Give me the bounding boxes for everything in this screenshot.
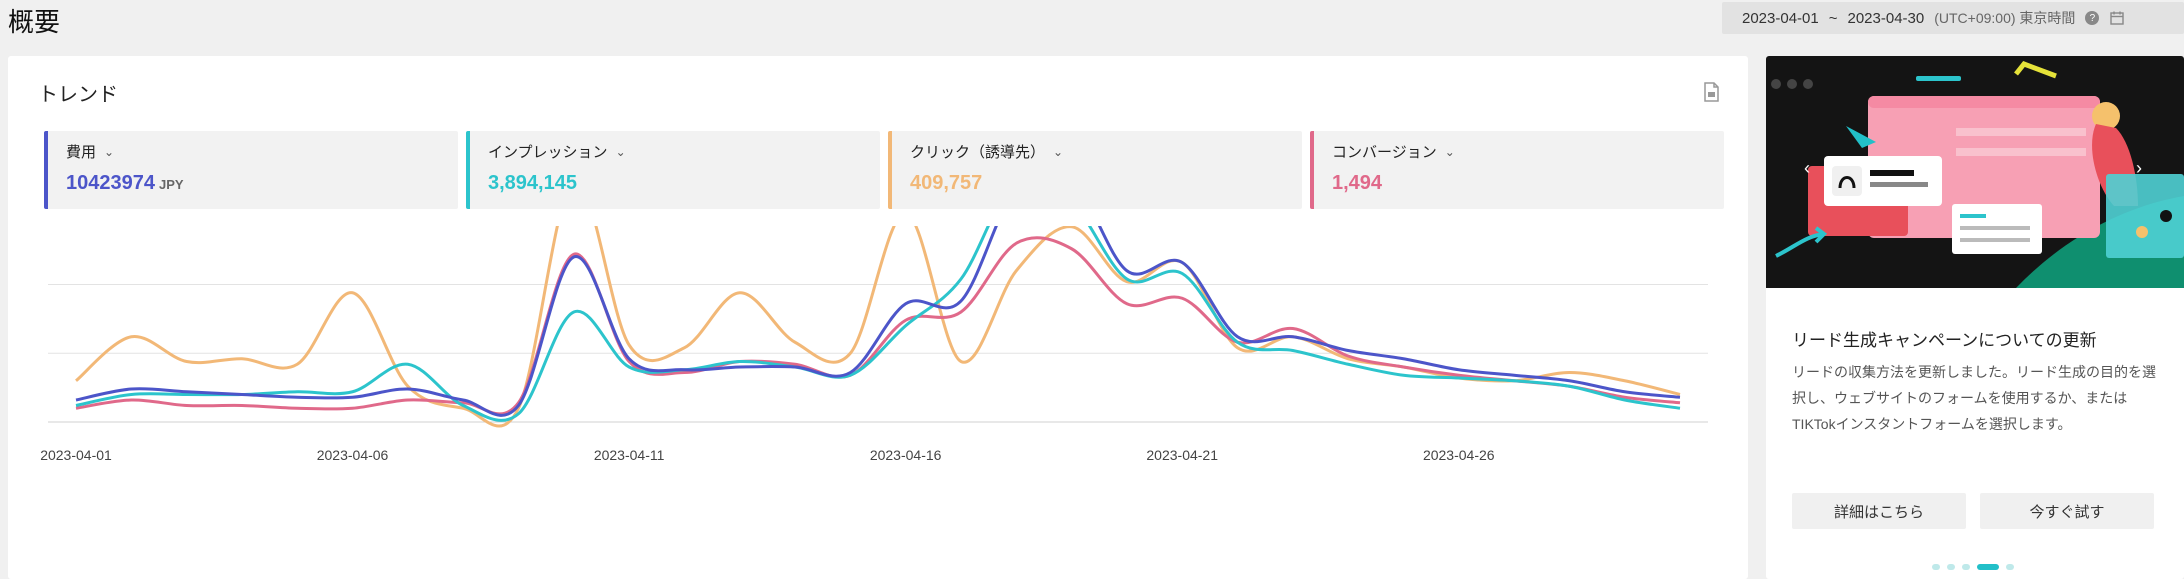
promo-banner-illustration: ‹ › — [1766, 56, 2184, 288]
promo-title: リード生成キャンペーンについての更新 — [1792, 331, 2097, 350]
metric-card-clicks[interactable]: クリック（誘導先） ⌄ 409,757 — [888, 131, 1302, 209]
metric-value: 409,757 — [910, 172, 983, 194]
series-line-1 — [75, 226, 1681, 422]
metric-unit: JPY — [158, 177, 184, 192]
x-tick-label: 2023-04-01 — [40, 447, 112, 463]
date-end: 2023-04-30 — [1847, 9, 1925, 27]
date-start: 2023-04-01 — [1742, 9, 1819, 27]
metric-label: コンバージョン ⌄ — [1332, 141, 1724, 162]
try-now-button[interactable]: 今すぐ試す — [1980, 493, 2154, 529]
metric-label: インプレッション ⌄ — [488, 141, 880, 162]
trend-card: トレンド 費用 ⌄ 10423974 JPY インプレッション ⌄ 3,894,1… — [8, 56, 1748, 579]
metric-value-text: 10423974 — [66, 172, 155, 194]
x-tick-label: 2023-04-26 — [1423, 447, 1495, 463]
carousel-dot-active[interactable] — [1977, 564, 1999, 570]
metric-card-impressions[interactable]: インプレッション ⌄ 3,894,145 — [466, 131, 880, 209]
date-range-picker[interactable]: 2023-04-01 ~ 2023-04-30 (UTC+09:00) 東京時間… — [1722, 2, 2184, 34]
metric-value: 1,494 — [1332, 172, 1383, 194]
metric-card-conversions[interactable]: コンバージョン ⌄ 1,494 — [1310, 131, 1724, 209]
learn-more-button[interactable]: 詳細はこちら — [1792, 493, 1966, 529]
series-line-3 — [75, 236, 1681, 416]
metric-row: 費用 ⌄ 10423974 JPY インプレッション ⌄ 3,894,145 クリ… — [44, 131, 1724, 209]
series-line-2 — [75, 226, 1681, 428]
chevron-down-icon[interactable]: ⌄ — [616, 145, 626, 159]
x-tick-label: 2023-04-06 — [317, 447, 389, 463]
timezone-label: (UTC+09:00) 東京時間 — [1934, 10, 2076, 26]
promo-description: リードの収集方法を更新しました。リード生成の目的を選択し、ウェブサイトのフォーム… — [1792, 364, 2156, 432]
series-line-0 — [75, 226, 1681, 417]
metric-value: 10423974 JPY — [66, 172, 458, 195]
chevron-down-icon[interactable]: ⌄ — [1053, 145, 1063, 159]
carousel-dot[interactable] — [1932, 564, 1940, 570]
metric-label-text: インプレッション — [488, 144, 608, 161]
page-title: 概要 — [8, 7, 61, 37]
calendar-icon[interactable] — [2109, 10, 2125, 26]
export-icon[interactable] — [1702, 82, 1720, 102]
trend-chart: 2023-04-01 2023-04-06 2023-04-11 2023-04-16… — [40, 226, 1708, 463]
metric-label-text: クリック（誘導先） — [910, 144, 1046, 161]
metric-value: 3,894,145 — [488, 172, 577, 194]
svg-text:‹: ‹ — [1804, 158, 1810, 178]
metric-label-text: 費用 — [66, 144, 97, 161]
carousel-dots — [1932, 564, 2014, 570]
x-tick-label: 2023-04-21 — [1146, 447, 1218, 463]
carousel-dot[interactable] — [1947, 564, 1955, 570]
metric-label: 費用 ⌄ — [66, 141, 458, 162]
date-separator: ~ — [1828, 9, 1838, 27]
metric-label: クリック（誘導先） ⌄ — [910, 141, 1302, 162]
trend-title: トレンド — [38, 84, 118, 106]
x-tick-label: 2023-04-16 — [870, 447, 942, 463]
chevron-down-icon[interactable]: ⌄ — [1445, 145, 1455, 159]
carousel-dot[interactable] — [1962, 564, 1970, 570]
promo-card: ‹ › リード生成キャンペーンについての更新 リードの収集方法を更新しました。リ… — [1766, 56, 2184, 579]
chevron-down-icon[interactable]: ⌄ — [104, 145, 114, 159]
svg-text:›: › — [2136, 158, 2142, 178]
metric-label-text: コンバージョン — [1332, 144, 1437, 161]
carousel-dot[interactable] — [2006, 564, 2014, 570]
metric-card-cost[interactable]: 費用 ⌄ 10423974 JPY — [44, 131, 458, 209]
x-tick-label: 2023-04-11 — [594, 447, 665, 463]
help-icon[interactable]: ? — [2085, 11, 2100, 25]
